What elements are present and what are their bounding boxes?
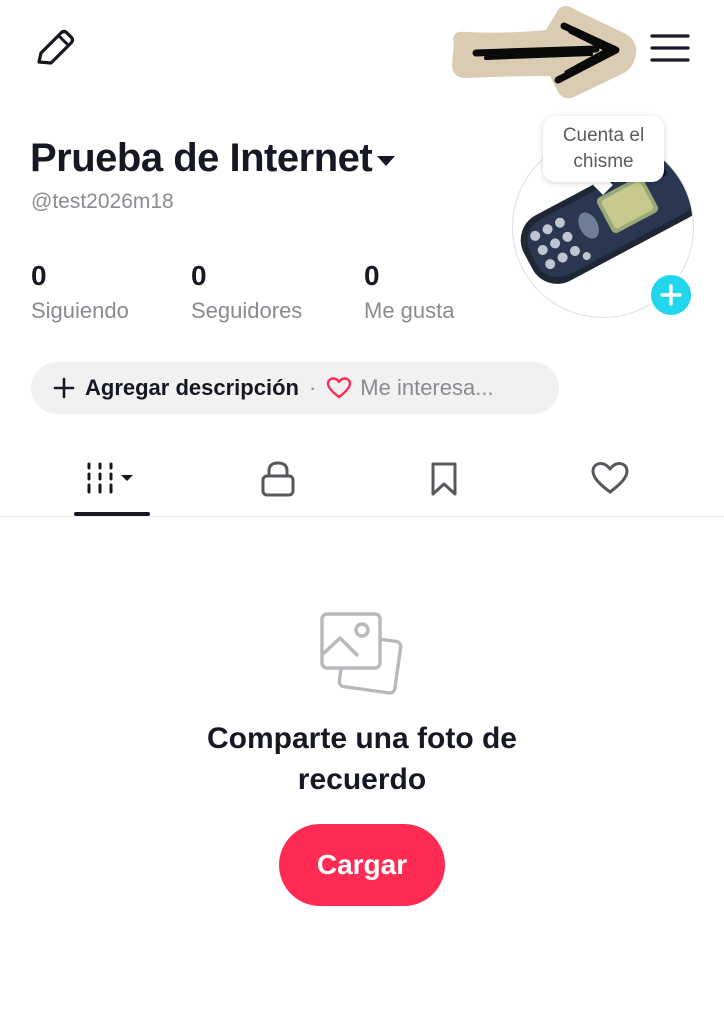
photos-icon bbox=[320, 612, 403, 695]
tab-videos[interactable] bbox=[40, 448, 184, 516]
edit-profile-button[interactable] bbox=[30, 26, 78, 70]
add-description-button[interactable]: Agregar descripción bbox=[53, 375, 299, 401]
followers-count: 0 bbox=[191, 260, 207, 291]
avatar-tooltip[interactable]: Cuenta el chisme bbox=[543, 116, 664, 182]
tab-liked[interactable] bbox=[538, 448, 682, 516]
caret-down-icon bbox=[377, 155, 396, 166]
stat-followers[interactable]: 0 Seguidores bbox=[191, 260, 302, 324]
profile-handle: @test2026m18 bbox=[31, 190, 174, 213]
add-avatar-button[interactable] bbox=[648, 272, 694, 318]
interests-label: Me interesa... bbox=[360, 375, 494, 400]
profile-name: Prueba de Internet bbox=[30, 136, 373, 180]
tooltip-line-1: Cuenta el bbox=[562, 125, 645, 146]
tooltip-line-2: chisme bbox=[573, 151, 634, 172]
likes-label: Me gusta bbox=[364, 298, 455, 323]
empty-state-title: Comparte una foto de recuerdo bbox=[206, 722, 517, 796]
menu-button[interactable] bbox=[646, 28, 692, 68]
tab-saved[interactable] bbox=[372, 448, 516, 516]
plus-icon bbox=[660, 284, 682, 306]
description-pill: Agregar descripción · Me interesa... bbox=[31, 362, 559, 414]
following-label: Siguiendo bbox=[31, 298, 129, 323]
stat-likes[interactable]: 0 Me gusta bbox=[364, 260, 455, 324]
interests-button[interactable]: Me interesa... bbox=[326, 375, 494, 401]
bookmark-icon bbox=[431, 462, 457, 496]
add-description-label: Agregar descripción bbox=[85, 375, 299, 400]
likes-count: 0 bbox=[364, 260, 380, 291]
followers-label: Seguidores bbox=[191, 298, 303, 323]
account-switcher[interactable]: Prueba de Internet bbox=[30, 136, 396, 181]
separator-dot: · bbox=[308, 375, 317, 400]
hamburger-menu-icon bbox=[650, 34, 690, 62]
heart-outline-icon bbox=[591, 462, 629, 494]
grid-videos-icon bbox=[87, 462, 133, 494]
following-count: 0 bbox=[31, 260, 47, 291]
lock-icon bbox=[261, 461, 295, 497]
pencil-icon bbox=[37, 29, 75, 65]
tab-private[interactable] bbox=[206, 448, 350, 516]
upload-button[interactable]: Cargar bbox=[279, 824, 445, 906]
plus-icon bbox=[53, 377, 75, 399]
tabs-divider bbox=[0, 516, 724, 517]
stat-following[interactable]: 0 Siguiendo bbox=[31, 260, 129, 324]
arrow-annotation bbox=[452, 6, 637, 99]
heart-icon bbox=[327, 377, 352, 399]
